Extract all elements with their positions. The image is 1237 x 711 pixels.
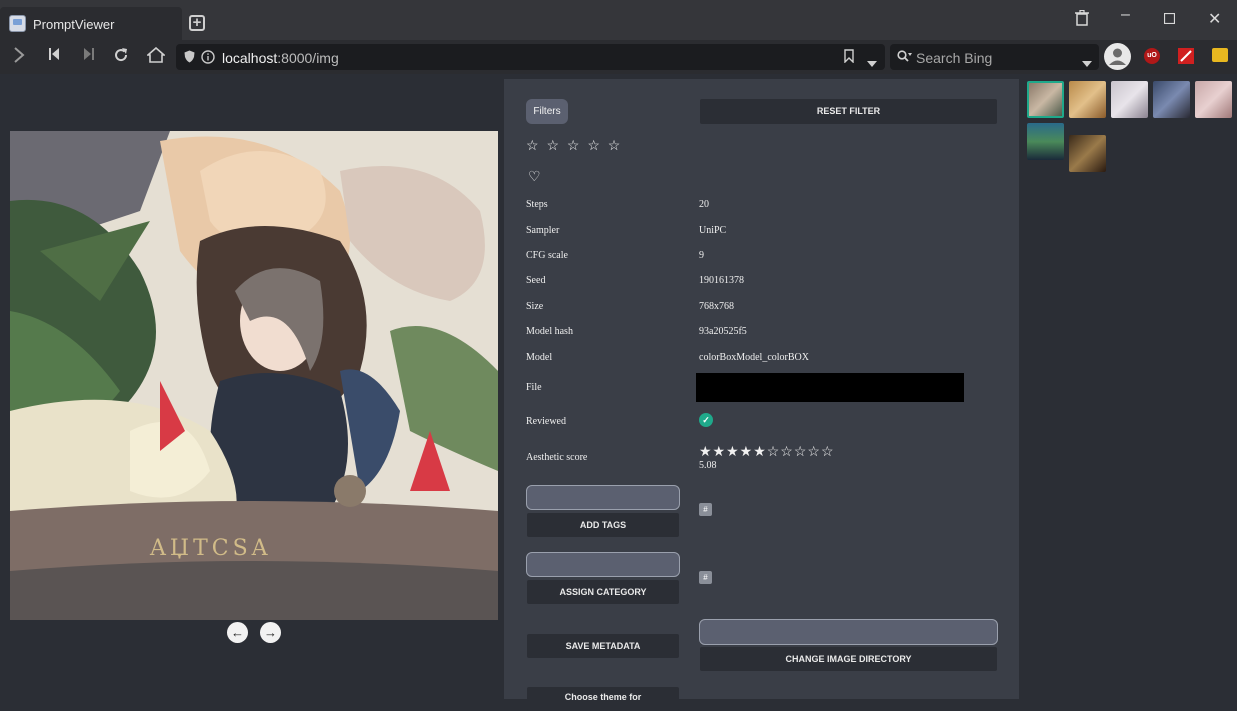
browser-tab-strip: PromptViewer + – ✕ bbox=[0, 0, 1237, 40]
field-label-size: Size bbox=[526, 301, 544, 312]
field-label-sampler: Sampler bbox=[526, 225, 560, 236]
aesthetic-score-value: 5.08 bbox=[699, 460, 717, 471]
field-value-cfg-scale: 9 bbox=[699, 250, 704, 261]
home-icon[interactable] bbox=[145, 46, 167, 68]
browser-tab[interactable]: PromptViewer bbox=[0, 7, 182, 40]
tab-title: PromptViewer bbox=[33, 17, 115, 32]
url-host: localhost bbox=[222, 50, 278, 66]
field-value-model-hash: 93a20525f5 bbox=[699, 326, 747, 337]
field-value-steps: 20 bbox=[699, 199, 709, 210]
field-value-sampler: UniPC bbox=[699, 225, 727, 236]
chevron-down-icon[interactable] bbox=[867, 54, 877, 72]
search-input[interactable]: Search Bing bbox=[916, 50, 992, 66]
minimize-icon[interactable]: – bbox=[1121, 6, 1130, 24]
thumbnail-3[interactable] bbox=[1111, 81, 1148, 118]
field-label-steps: Steps bbox=[526, 199, 548, 210]
extension-icon[interactable] bbox=[1178, 48, 1194, 64]
field-label-cfg-scale: CFG scale bbox=[526, 250, 568, 261]
close-icon[interactable]: ✕ bbox=[1208, 9, 1221, 29]
account-avatar-icon[interactable] bbox=[1104, 43, 1131, 70]
field-value-model: colorBoxModel_colorBOX bbox=[699, 352, 809, 363]
prev-image-button[interactable]: ← bbox=[227, 622, 248, 643]
field-value-seed: 190161378 bbox=[699, 275, 744, 286]
thumbnail-4[interactable] bbox=[1153, 81, 1190, 118]
field-label-aesthetic-score: Aesthetic score bbox=[526, 452, 588, 463]
thumbnail-7[interactable] bbox=[1069, 135, 1106, 172]
bookmark-icon[interactable] bbox=[844, 49, 854, 68]
search-engine-dropdown-icon[interactable] bbox=[1082, 54, 1092, 72]
heart-icon[interactable]: ♡ bbox=[528, 168, 541, 185]
field-label-file: File bbox=[526, 382, 542, 393]
choose-theme-button[interactable]: Choose theme for bbox=[527, 687, 679, 711]
tags-input[interactable] bbox=[526, 485, 680, 510]
url-text[interactable]: localhost:8000/img bbox=[222, 50, 339, 66]
browser-toolbar: localhost:8000/img Search Bing uO bbox=[0, 40, 1237, 74]
file-path-redacted bbox=[696, 373, 964, 402]
thumbnail-1[interactable] bbox=[1027, 81, 1064, 118]
generated-image: AЏTCSA bbox=[10, 131, 498, 620]
field-label-model: Model bbox=[526, 352, 553, 363]
rss-extension-icon[interactable] bbox=[1212, 48, 1228, 62]
new-tab-icon[interactable]: + bbox=[189, 15, 205, 31]
field-label-model-hash: Model hash bbox=[526, 326, 573, 337]
url-path: :8000/img bbox=[277, 50, 339, 66]
next-image-button[interactable]: → bbox=[260, 622, 281, 643]
image-watermark-text: AЏTCSA bbox=[150, 536, 272, 561]
assign-category-button[interactable]: ASSIGN CATEGORY bbox=[527, 580, 679, 604]
tag-hash-badge[interactable]: # bbox=[699, 503, 712, 516]
add-tags-button[interactable]: ADD TAGS bbox=[527, 513, 679, 537]
ublock-extension-icon[interactable]: uO bbox=[1144, 48, 1160, 64]
image-directory-input[interactable] bbox=[699, 619, 998, 645]
metadata-panel: Filters RESET FILTER ☆ ☆ ☆ ☆ ☆ ♡ Steps 2… bbox=[504, 79, 1019, 711]
skip-back-icon[interactable] bbox=[48, 47, 60, 66]
shield-icon[interactable] bbox=[184, 50, 195, 68]
info-icon[interactable] bbox=[201, 50, 215, 69]
thumbnail-2[interactable] bbox=[1069, 81, 1106, 118]
field-label-reviewed: Reviewed bbox=[526, 416, 566, 427]
category-hash-badge[interactable]: # bbox=[699, 571, 712, 584]
app-favicon-icon bbox=[9, 15, 26, 32]
address-bar[interactable]: localhost:8000/img bbox=[176, 44, 885, 70]
thumbnail-5[interactable] bbox=[1195, 81, 1232, 118]
page-content: AЏTCSA ← → Filters RESET FILTER ☆ ☆ ☆ ☆ … bbox=[0, 74, 1237, 711]
filters-button[interactable]: Filters bbox=[526, 99, 568, 124]
reload-icon[interactable] bbox=[113, 47, 129, 68]
skip-forward-icon[interactable] bbox=[83, 47, 95, 66]
reviewed-check-icon[interactable]: ✓ bbox=[699, 413, 713, 427]
search-bar[interactable]: Search Bing bbox=[890, 44, 1099, 70]
save-metadata-button[interactable]: SAVE METADATA bbox=[527, 634, 679, 658]
trash-icon[interactable] bbox=[1075, 9, 1089, 31]
aesthetic-stars[interactable]: ★★★★★☆☆☆☆☆ bbox=[699, 443, 835, 460]
thumbnail-6[interactable] bbox=[1027, 123, 1064, 160]
field-value-size: 768x768 bbox=[699, 301, 734, 312]
search-icon bbox=[897, 50, 912, 68]
change-image-directory-button[interactable]: CHANGE IMAGE DIRECTORY bbox=[700, 647, 997, 671]
maximize-icon[interactable] bbox=[1163, 11, 1176, 29]
reset-filter-button[interactable]: RESET FILTER bbox=[700, 99, 997, 124]
field-label-seed: Seed bbox=[526, 275, 546, 286]
forward-icon[interactable] bbox=[13, 47, 25, 68]
rating-filter-stars[interactable]: ☆ ☆ ☆ ☆ ☆ bbox=[526, 137, 622, 154]
category-input[interactable] bbox=[526, 552, 680, 577]
